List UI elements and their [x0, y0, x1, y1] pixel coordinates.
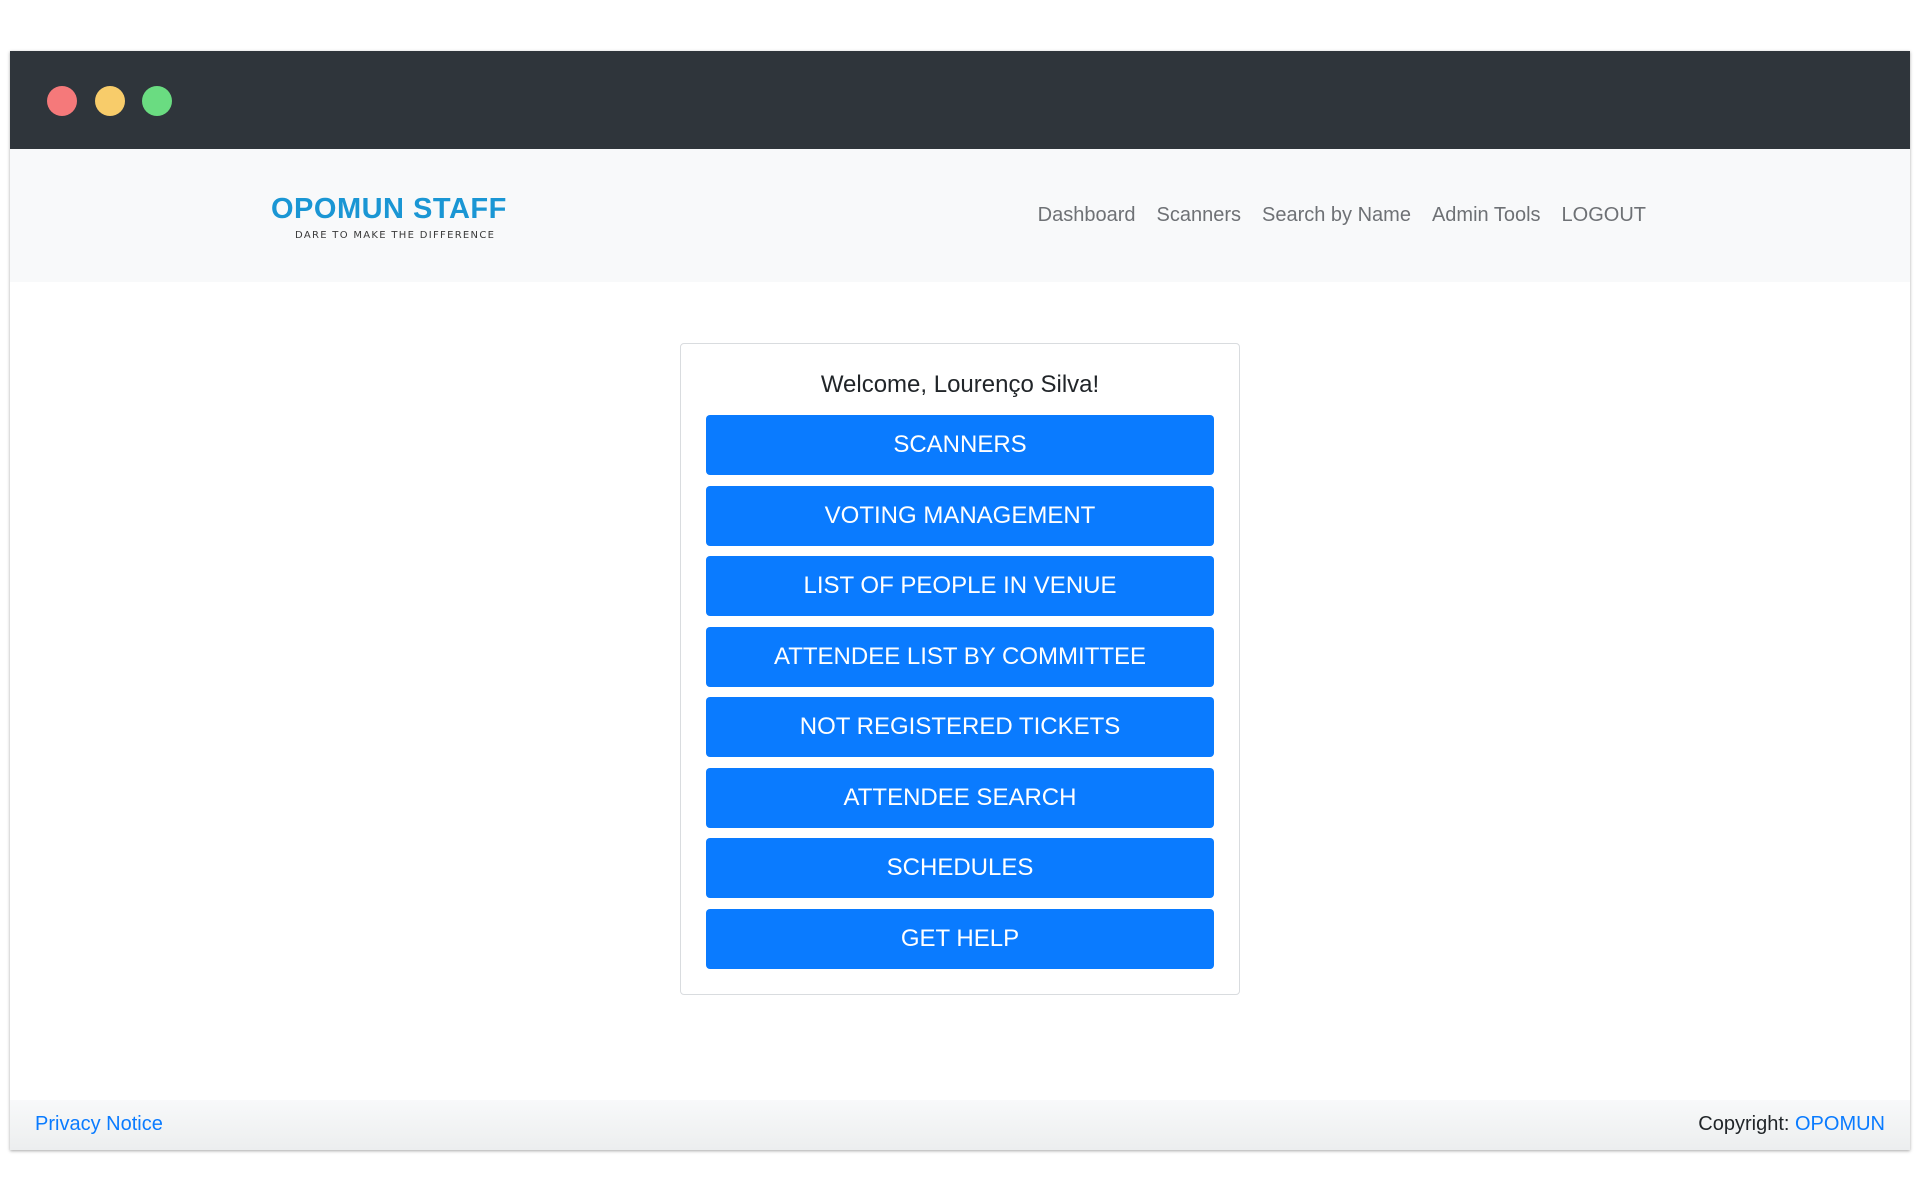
nav-link-admin-tools[interactable]: Admin Tools: [1432, 204, 1541, 227]
opomun-link[interactable]: OPOMUN: [1795, 1113, 1885, 1135]
brand-title: OPOMUN STAFF: [271, 193, 507, 225]
copyright-notice: Copyright: OPOMUN: [1698, 1113, 1885, 1136]
close-window-button[interactable]: [47, 86, 77, 116]
minimize-window-button[interactable]: [95, 86, 125, 116]
nav-link-scanners[interactable]: Scanners: [1157, 204, 1242, 227]
get-help-button[interactable]: GET HELP: [706, 908, 1214, 969]
scanners-button[interactable]: SCANNERS: [706, 415, 1214, 475]
attendee-list-by-committee-button[interactable]: ATTENDEE LIST BY COMMITTEE: [706, 626, 1214, 687]
window-titlebar: [10, 51, 1910, 149]
browser-window: OPOMUN STAFF DARE TO MAKE THE DIFFERENCE…: [10, 51, 1910, 1150]
not-registered-tickets-button[interactable]: NOT REGISTERED TICKETS: [706, 697, 1214, 757]
people-in-venue-button[interactable]: LIST OF PEOPLE IN VENUE: [706, 556, 1214, 616]
welcome-message: Welcome, Lourenço Silva!: [820, 371, 1100, 398]
nav-link-search-by-name[interactable]: Search by Name: [1262, 204, 1411, 227]
copyright-label: Copyright:: [1698, 1113, 1795, 1135]
voting-management-button[interactable]: VOTING MANAGEMENT: [706, 485, 1214, 546]
maximize-window-button[interactable]: [142, 86, 172, 116]
nav-link-logout[interactable]: LOGOUT: [1562, 204, 1646, 227]
brand-logo[interactable]: OPOMUN STAFF DARE TO MAKE THE DIFFERENCE: [271, 194, 511, 241]
main-nav: Dashboard Scanners Search by Name Admin …: [1038, 204, 1646, 227]
page-footer: Privacy Notice Copyright: OPOMUN: [10, 1100, 1910, 1150]
top-navbar: OPOMUN STAFF DARE TO MAKE THE DIFFERENCE…: [10, 149, 1910, 282]
dashboard-card: Welcome, Lourenço Silva! SCANNERS VOTING…: [680, 343, 1240, 995]
brand-tagline: DARE TO MAKE THE DIFFERENCE: [295, 230, 496, 241]
schedules-button[interactable]: SCHEDULES: [706, 838, 1214, 898]
attendee-search-button[interactable]: ATTENDEE SEARCH: [706, 767, 1214, 828]
nav-link-dashboard[interactable]: Dashboard: [1038, 204, 1136, 227]
dashboard-button-list: SCANNERS VOTING MANAGEMENT LIST OF PEOPL…: [706, 415, 1214, 979]
privacy-notice-link[interactable]: Privacy Notice: [35, 1113, 163, 1136]
